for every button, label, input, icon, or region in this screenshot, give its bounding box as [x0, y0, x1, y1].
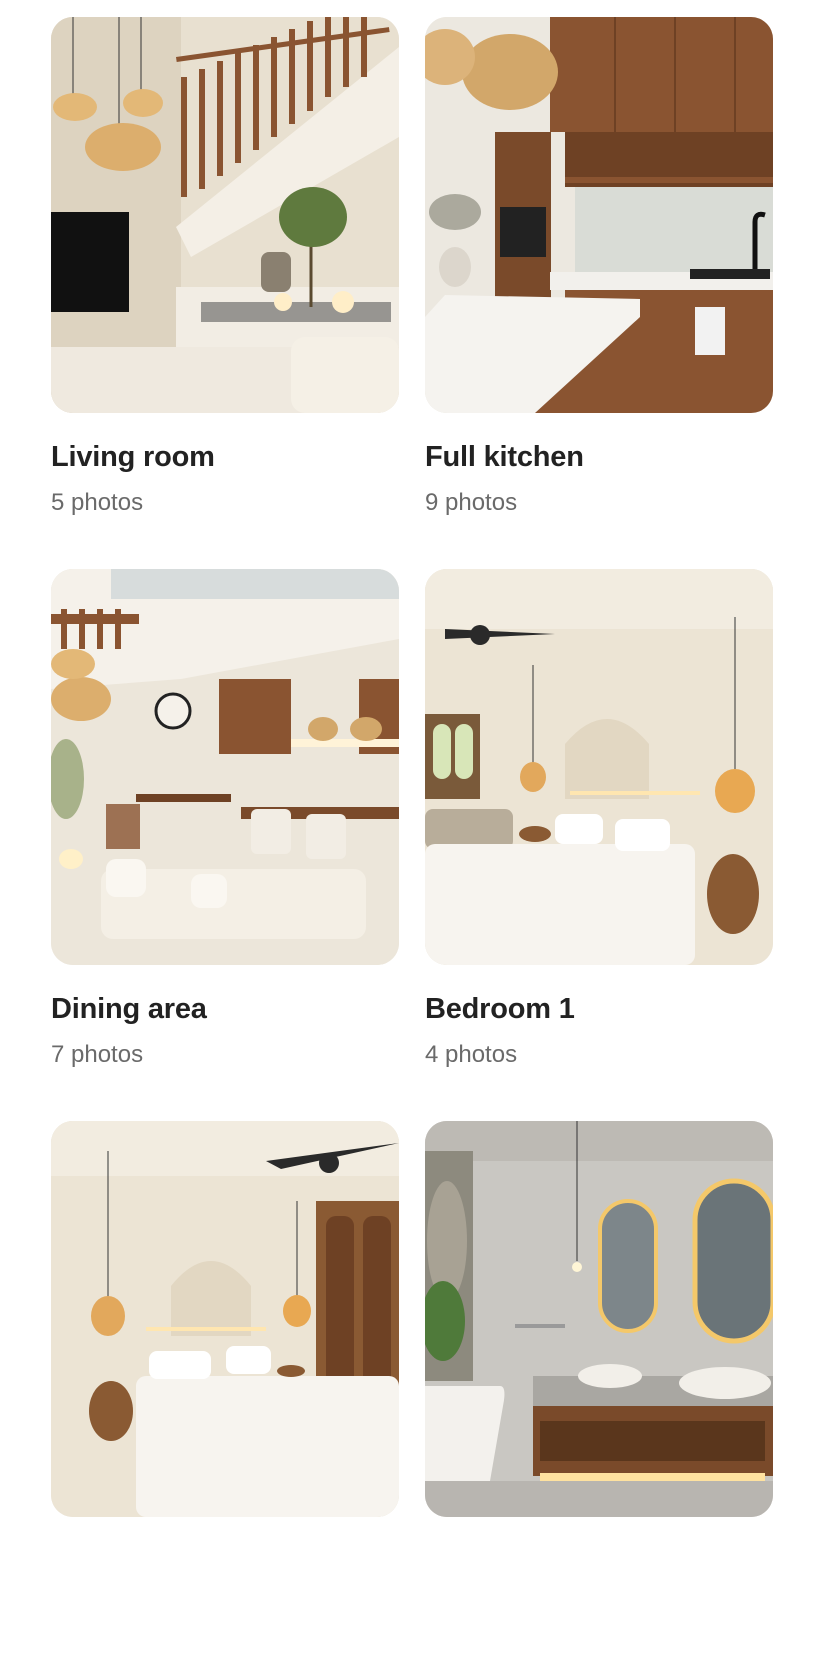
room-card-6[interactable]: [425, 1121, 773, 1673]
room-title: Bedroom 1: [425, 993, 575, 1025]
full-kitchen-photo[interactable]: [425, 17, 773, 413]
room-card-bedroom-1[interactable]: Bedroom 1 4 photos: [425, 569, 773, 1121]
room-title: Living room: [51, 441, 215, 473]
bathroom-photo[interactable]: [425, 1121, 773, 1517]
living-room-photo[interactable]: [51, 17, 399, 413]
bedroom-1-photo[interactable]: [425, 569, 773, 965]
photo-count: 9 photos: [425, 489, 518, 516]
room-title: Dining area: [51, 993, 207, 1025]
bedroom-photo[interactable]: [51, 1121, 399, 1517]
room-gallery-grid: Living room 5 photos Full kitchen 9 phot…: [51, 17, 773, 1673]
photo-count: 5 photos: [51, 489, 144, 516]
photo-count: 7 photos: [51, 1041, 144, 1068]
room-title: Full kitchen: [425, 441, 584, 473]
room-card-living-room[interactable]: Living room 5 photos: [51, 17, 399, 569]
dining-area-photo[interactable]: [51, 569, 399, 965]
room-card-5[interactable]: [51, 1121, 399, 1673]
room-card-full-kitchen[interactable]: Full kitchen 9 photos: [425, 17, 773, 569]
room-card-dining-area[interactable]: Dining area 7 photos: [51, 569, 399, 1121]
photo-count: 4 photos: [425, 1041, 518, 1068]
